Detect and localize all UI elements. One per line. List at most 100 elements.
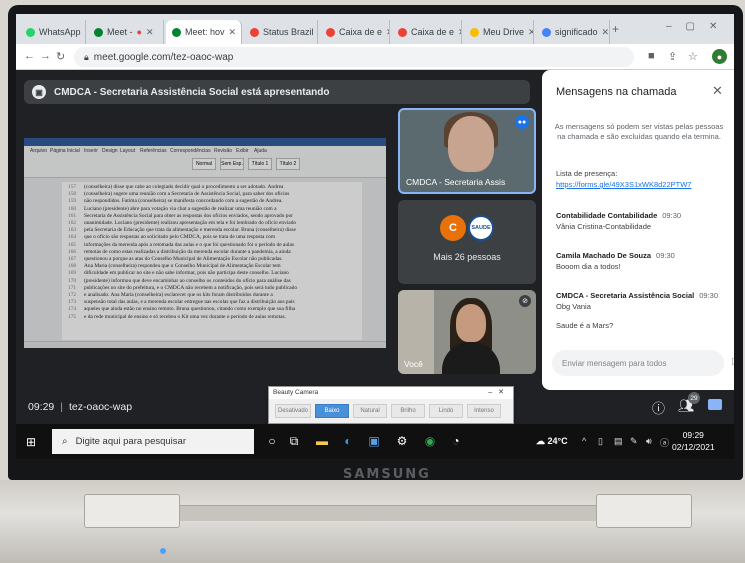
chat-icon[interactable]	[708, 399, 722, 410]
whatsapp-icon	[26, 27, 35, 37]
tab-status[interactable]: Status Brazil ✕	[244, 20, 318, 44]
tab-inbox-2[interactable]: Caixa de e ✕	[392, 20, 462, 44]
message-time: 09:30	[662, 211, 682, 220]
line-text: (conselheira) sugere uma reunião com a S…	[84, 191, 290, 198]
task-view-icon[interactable]: ⧉	[286, 433, 302, 449]
beauty-option-bright[interactable]: Brilho	[391, 404, 425, 418]
status-led	[160, 548, 166, 554]
line-number: 167	[68, 256, 77, 263]
tab-meet-1[interactable]: Meet - ● ✕	[88, 20, 164, 44]
cortana-icon[interactable]: ○	[264, 433, 280, 449]
gmail-icon	[326, 27, 335, 37]
battery-icon[interactable]: ▯	[598, 436, 603, 447]
chat-title: Mensagens na chamada	[556, 86, 677, 98]
weather-widget[interactable]: ☁︎ 24°C	[536, 436, 568, 447]
tab-label: Meet: hov	[185, 27, 225, 37]
message-time: 09:30	[699, 291, 719, 300]
close-icon[interactable]: ✕	[146, 27, 154, 38]
line-number: 162	[68, 220, 77, 227]
volume-icon[interactable]: 🔊︎	[646, 436, 652, 447]
beauty-option-intense[interactable]: Intenso	[467, 404, 501, 418]
tab-significado[interactable]: significado ✕	[536, 20, 610, 44]
ime-icon[interactable]: ⓐ	[660, 436, 669, 449]
participant-tile-presenter[interactable]: ●● CMDCA - Secretaria Assis	[398, 108, 536, 194]
message-link[interactable]: https://forms.gle/49X3S1xWK8d22PTW7	[556, 179, 726, 190]
participant-video	[448, 116, 494, 172]
ribbon-tab: Arquivo	[30, 148, 47, 154]
close-icon[interactable]: ✕	[528, 27, 533, 38]
beauty-camera-title: Beauty Camera	[269, 387, 513, 399]
line-text: aqueles que ainda estão no ensino remoto…	[84, 306, 296, 313]
speaking-indicator-icon: ●●	[515, 115, 529, 129]
pen-icon[interactable]: ✎	[630, 436, 638, 447]
line-text: remotas de como estas realizadas a distr…	[84, 248, 291, 255]
line-number: 165	[68, 241, 77, 248]
forward-icon[interactable]: →	[40, 50, 51, 62]
word-ribbon: Arquivo Página Inicial Inserir Design La…	[24, 138, 386, 178]
store-icon[interactable]: ▣	[366, 433, 382, 449]
line-number: 168	[68, 263, 77, 270]
hinge-left	[84, 494, 180, 528]
network-icon[interactable]: ▤	[614, 436, 623, 447]
settings-icon[interactable]: ⚙	[394, 433, 410, 449]
star-icon[interactable]: ☆	[688, 50, 698, 63]
send-icon[interactable]: ▷	[732, 356, 734, 367]
document-line: 171 publicações no site do prefeitura, e …	[68, 285, 356, 292]
line-text: Luciano (presidente) abre para votação v…	[84, 205, 277, 212]
chat-message-input[interactable]: Enviar mensagem para todos	[552, 350, 724, 376]
tab-inbox-1[interactable]: Caixa de e ✕	[320, 20, 390, 44]
camera-icon[interactable]: ■	[648, 50, 655, 62]
document-line: 169 dificuldade em publicar no site e não…	[68, 270, 356, 277]
beauty-option-off[interactable]: Desativado	[275, 404, 311, 418]
chevron-up-icon[interactable]: ^	[582, 436, 586, 446]
message-text: Booom dia a todos!	[556, 262, 621, 271]
close-icon[interactable]: ✕	[712, 83, 723, 99]
close-icon[interactable]: ✕	[229, 27, 237, 38]
share-icon[interactable]: ⇪	[668, 50, 677, 63]
message-time: 09:30	[656, 251, 675, 260]
url-text: meet.google.com/tez-oaoc-wap	[93, 51, 234, 63]
tab-whatsapp[interactable]: WhatsApp	[20, 20, 86, 44]
reload-icon[interactable]: ↻	[56, 50, 65, 63]
close-icon[interactable]: ✕	[602, 27, 609, 38]
file-explorer-icon[interactable]: ▬	[314, 433, 330, 449]
taskbar-clock[interactable]: 09:29 02/12/2021	[672, 429, 715, 453]
mic-off-icon: ⊘	[519, 295, 531, 307]
meeting-code: tez-oaoc-wap	[69, 401, 133, 413]
participant-video	[456, 304, 486, 342]
chrome-icon[interactable]: ◉	[422, 433, 438, 449]
line-number: 170	[68, 277, 77, 284]
window-controls[interactable]: –▢✕	[666, 21, 731, 32]
participant-tile-self[interactable]: ⊘ Você	[398, 290, 536, 374]
chat-message: Camila Machado De Souza 09:30 Booom dia a…	[556, 250, 726, 272]
line-text: pela Secretaria de Educação que trata da…	[84, 227, 296, 234]
window-controls[interactable]: –✕	[488, 388, 510, 396]
info-icon[interactable]: ⓘ	[652, 398, 665, 417]
chat-message: CMDCA - Secretaria Assistência Social 09:…	[556, 290, 726, 312]
chat-panel: Mensagens na chamada ✕ As mensagens só p…	[542, 70, 734, 390]
windows-start-icon[interactable]: ⊞	[26, 435, 36, 449]
word-statusbar	[24, 341, 386, 348]
address-bar[interactable]: 🔒︎ meet.google.com/tez-oaoc-wap	[74, 47, 634, 67]
tab-meet-active[interactable]: Meet: hov ✕	[166, 20, 242, 44]
profile-avatar[interactable]: ●	[712, 49, 727, 64]
beauty-option-natural[interactable]: Natural	[353, 404, 387, 418]
edge-icon[interactable]: ◐	[340, 433, 356, 449]
camera-app-icon[interactable]: ◔	[448, 433, 464, 449]
beauty-option-pretty[interactable]: Lindo	[429, 404, 463, 418]
ribbon-tab: Correspondências	[170, 148, 211, 154]
taskbar-search-input[interactable]: ⌕ Digite aqui para pesquisar	[52, 429, 254, 454]
chat-message: Contabilidade Contabilidade 09:30 Vânia C…	[556, 210, 726, 232]
new-tab-button[interactable]: +	[612, 22, 619, 36]
back-icon[interactable]: ←	[24, 50, 35, 62]
close-icon[interactable]: ✕	[458, 27, 461, 38]
line-number: 175	[68, 313, 77, 320]
tab-drive[interactable]: Meu Drive ✕	[464, 20, 534, 44]
close-icon[interactable]: ✕	[386, 27, 389, 38]
gmail-icon	[398, 27, 407, 37]
ribbon-tab: Referências	[140, 148, 167, 154]
line-number: 161	[68, 212, 77, 219]
present-icon: ▣	[32, 85, 46, 99]
beauty-option-low[interactable]: Baixo	[315, 404, 349, 418]
participant-tile-more[interactable]: C SAUDE Mais 26 pessoas	[398, 200, 536, 284]
